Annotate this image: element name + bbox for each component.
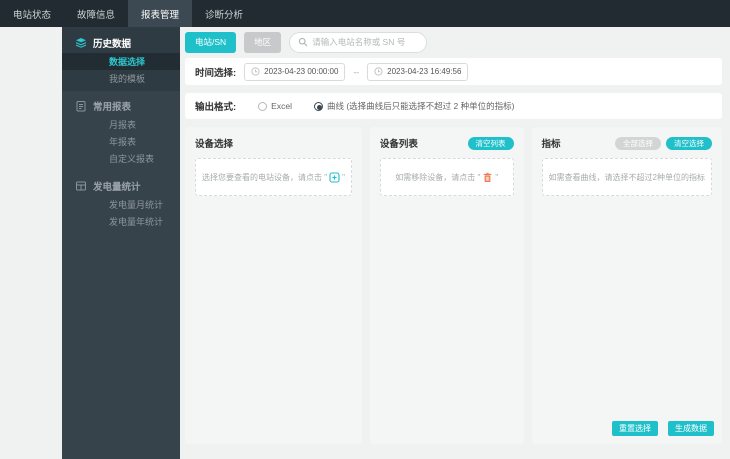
output-format-label: 输出格式: — [195, 102, 237, 113]
sidebar-group-common-reports: 常用报表 月报表 年报表 自定义报表 — [62, 91, 180, 171]
device-list-hint-prefix: 如需移除设备，请点击 " — [395, 172, 481, 182]
sidebar-item-generation-yearly[interactable]: 发电量年统计 — [62, 213, 180, 230]
clear-device-list-button[interactable]: 清空列表 — [467, 136, 514, 150]
indicators-panel: 指标 全部选择 清空选择 如需查看曲线，请选择不超过2种单位的指标 重置选择 生… — [531, 127, 722, 444]
indicators-dropzone[interactable]: 如需查看曲线，请选择不超过2种单位的指标 — [541, 158, 712, 196]
end-datetime-value: 2023-04-23 16:49:56 — [387, 67, 462, 76]
sidebar-item-common-reports[interactable]: 常用报表 — [62, 96, 180, 116]
clock-icon — [251, 67, 260, 76]
indicators-header: 指标 全部选择 清空选择 — [542, 135, 712, 151]
sidebar-item-generation-stats[interactable]: 发电量统计 — [62, 176, 180, 196]
radio-excel-label: Excel — [271, 101, 292, 111]
device-list-dropzone[interactable]: 如需移除设备，请点击 " " — [379, 158, 514, 196]
stats-grid-icon — [75, 180, 87, 192]
device-list-panel: 设备列表 清空列表 如需移除设备，请点击 " " — [369, 127, 524, 444]
sidebar-item-custom-report[interactable]: 自定义报表 — [62, 150, 180, 167]
main-content: 电站/SN 地区 请输入电站名称或 SN 号 时间选择: 2023-04-23 … — [180, 27, 730, 459]
generate-data-button[interactable]: 生成数据 — [668, 421, 714, 436]
radio-curve[interactable]: 曲线 (选择曲线后只能选择不超过 2 种单位的指标) — [313, 100, 515, 112]
device-list-hint-suffix: " — [495, 172, 499, 182]
device-select-hint-suffix: " — [342, 172, 345, 182]
left-rail — [0, 27, 62, 459]
nav-item-station-status[interactable]: 电站状态 — [0, 0, 64, 27]
station-sn-tab-button[interactable]: 电站/SN — [185, 31, 237, 53]
layers-icon — [75, 37, 87, 49]
device-list-title: 设备列表 — [379, 139, 418, 150]
device-select-hint-prefix: 选择您要查看的电站设备，请点击 " — [202, 172, 328, 182]
filter-row: 电站/SN 地区 请输入电站名称或 SN 号 — [185, 31, 722, 53]
radio-circle-icon — [258, 101, 268, 111]
sidebar-item-my-templates[interactable]: 我的模板 — [62, 70, 180, 87]
region-tab-button[interactable]: 地区 — [244, 31, 282, 53]
nav-item-report-management[interactable]: 报表管理 — [128, 0, 193, 27]
radio-circle-checked-icon — [313, 101, 323, 111]
time-selection-card: 时间选择: 2023-04-23 00:00:00 -- 2023-04-23 … — [185, 58, 722, 85]
device-select-header: 设备选择 — [195, 135, 352, 151]
start-datetime-value: 2023-04-23 00:00:00 — [264, 67, 339, 76]
sidebar-item-label: 常用报表 — [93, 102, 132, 113]
sidebar-group-generation-stats: 发电量统计 发电量月统计 发电量年统计 — [62, 171, 180, 234]
search-input[interactable]: 请输入电站名称或 SN 号 — [289, 31, 428, 53]
panel-actions: 重置选择 生成数据 — [612, 421, 714, 436]
nav-item-diagnosis[interactable]: 诊断分析 — [192, 0, 256, 27]
sidebar-item-label: 历史数据 — [93, 39, 132, 50]
sidebar-item-monthly-report[interactable]: 月报表 — [62, 116, 180, 133]
device-select-dropzone[interactable]: 选择您要查看的电站设备，请点击 " " — [195, 158, 352, 196]
device-select-panel: 设备选择 选择您要查看的电站设备，请点击 " " — [185, 127, 362, 444]
device-list-header: 设备列表 清空列表 — [380, 135, 514, 151]
panels-row: 设备选择 选择您要查看的电站设备，请点击 " " 设备列表 清空列表 如需移除设… — [185, 127, 722, 444]
indicators-hint: 如需查看曲线，请选择不超过2种单位的指标 — [548, 172, 705, 182]
clock-icon — [374, 67, 383, 76]
radio-excel[interactable]: Excel — [258, 101, 292, 111]
indicators-title: 指标 — [541, 139, 561, 150]
sidebar-item-history-data[interactable]: 历史数据 — [62, 33, 180, 53]
radio-curve-label: 曲线 (选择曲线后只能选择不超过 2 种单位的指标) — [326, 101, 515, 111]
start-datetime-input[interactable]: 2023-04-23 00:00:00 — [244, 62, 346, 81]
sidebar-item-data-selection[interactable]: 数据选择 — [62, 53, 180, 70]
sidebar-group-history-data: 历史数据 数据选择 我的模板 — [62, 27, 180, 91]
sidebar-item-generation-monthly[interactable]: 发电量月统计 — [62, 196, 180, 213]
top-navbar: 电站状态 故障信息 报表管理 诊断分析 — [0, 0, 730, 27]
add-device-icon — [329, 171, 340, 183]
clear-indicators-button[interactable]: 清空选择 — [666, 136, 712, 150]
reset-selection-button[interactable]: 重置选择 — [612, 421, 658, 436]
device-select-title: 设备选择 — [195, 139, 234, 150]
nav-item-fault-info[interactable]: 故障信息 — [64, 0, 128, 27]
time-selection-label: 时间选择: — [195, 67, 237, 79]
report-icon — [75, 100, 87, 112]
sidebar-item-label: 发电量统计 — [93, 182, 141, 193]
sidebar: 历史数据 数据选择 我的模板 常用报表 月报表 年报表 自定义报表 发电量统计 … — [62, 27, 180, 459]
select-all-indicators-button[interactable]: 全部选择 — [615, 136, 661, 150]
output-format-card: 输出格式: Excel 曲线 (选择曲线后只能选择不超过 2 种单位的指标) — [185, 93, 722, 119]
end-datetime-input[interactable]: 2023-04-23 16:49:56 — [367, 62, 469, 81]
date-range-separator: -- — [353, 66, 360, 77]
sidebar-item-yearly-report[interactable]: 年报表 — [62, 133, 180, 150]
search-placeholder: 请输入电站名称或 SN 号 — [312, 37, 406, 47]
search-icon — [298, 37, 308, 47]
trash-icon — [482, 172, 493, 183]
